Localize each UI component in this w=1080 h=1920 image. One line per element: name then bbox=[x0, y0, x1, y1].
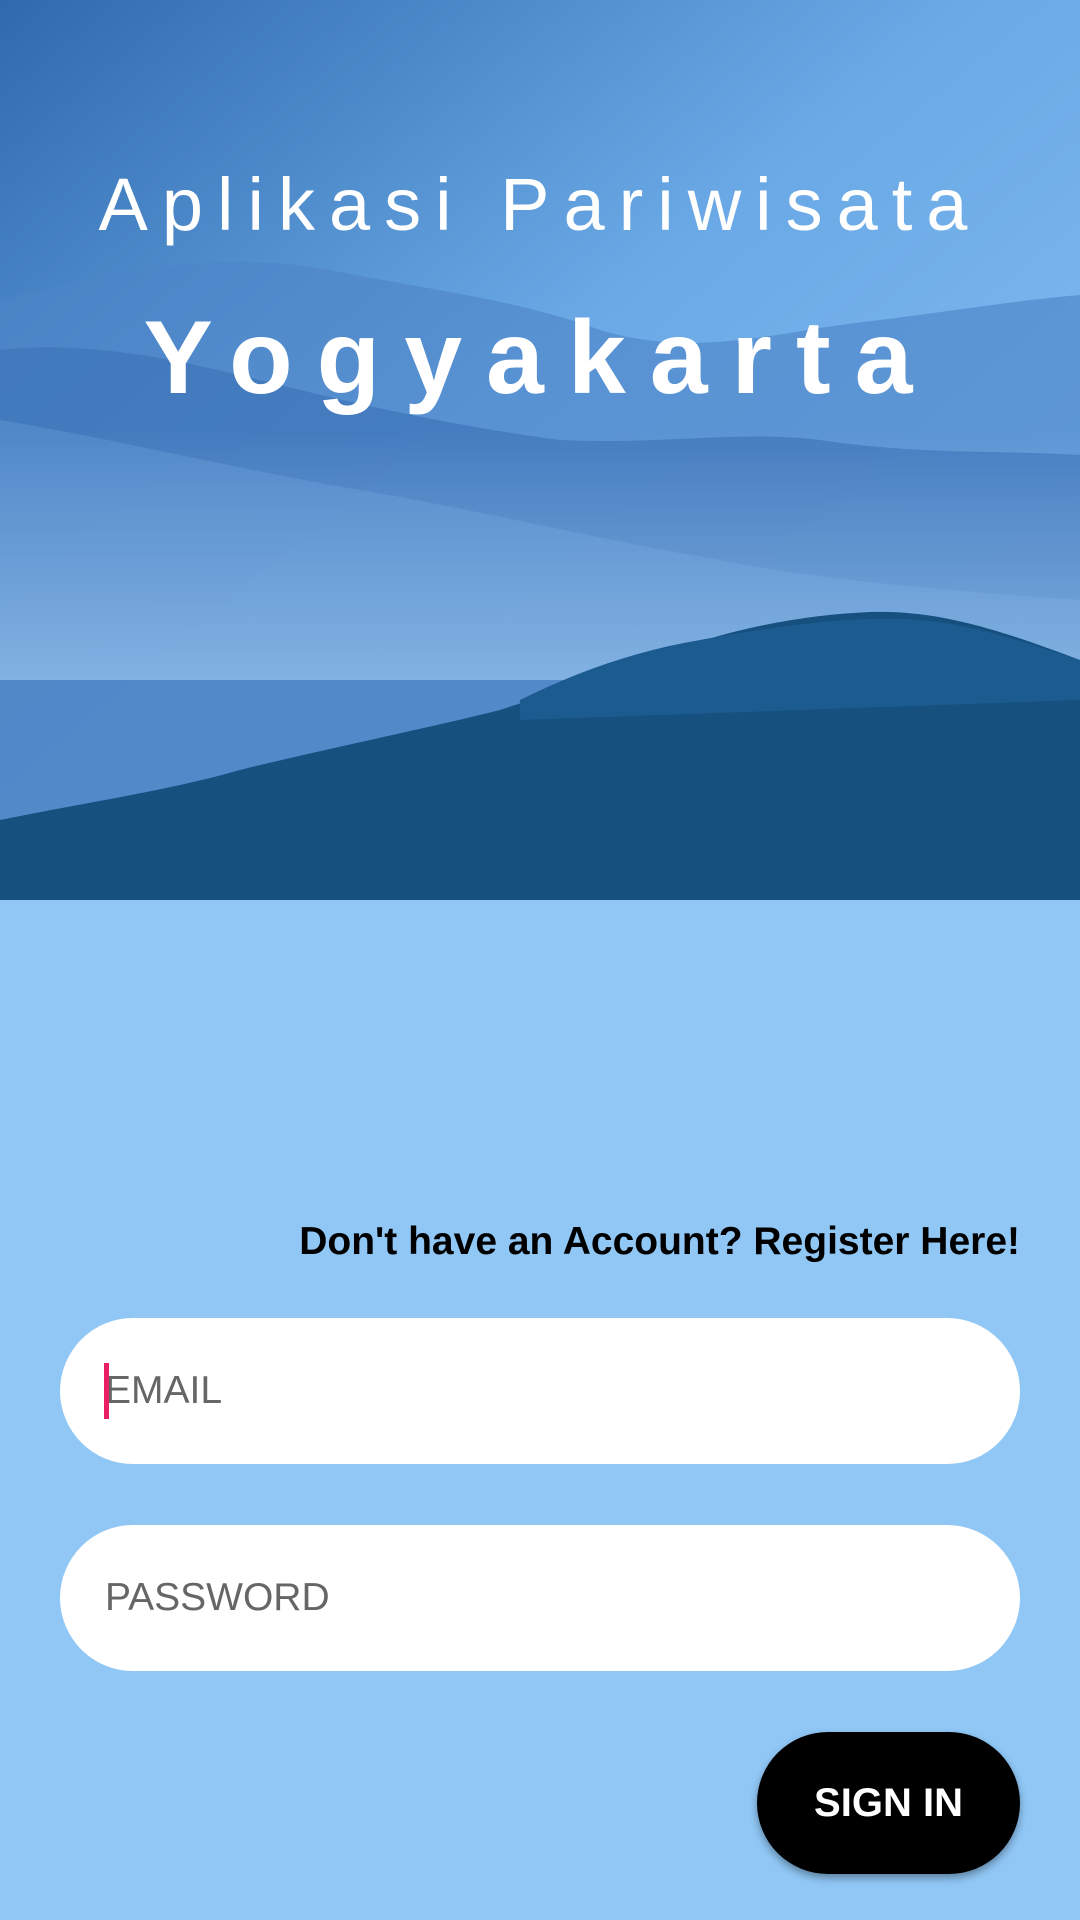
email-input[interactable] bbox=[105, 1318, 965, 1464]
sign-in-button[interactable]: SIGN IN bbox=[757, 1732, 1020, 1874]
password-input[interactable] bbox=[105, 1525, 965, 1671]
page-title: Yogyakarta bbox=[143, 300, 937, 416]
login-screen: Aplikasi Pariwisata Yogyakarta Don't hav… bbox=[0, 0, 1080, 1920]
register-link[interactable]: Don't have an Account? Register Here! bbox=[299, 1220, 1020, 1264]
password-field[interactable] bbox=[60, 1525, 1020, 1671]
text-cursor bbox=[104, 1363, 109, 1419]
app-subtitle: Aplikasi Pariwisata bbox=[98, 163, 982, 246]
hero-banner: Aplikasi Pariwisata Yogyakarta bbox=[0, 0, 1080, 900]
mountain-landscape-image bbox=[0, 0, 1080, 900]
email-field[interactable] bbox=[60, 1318, 1020, 1464]
